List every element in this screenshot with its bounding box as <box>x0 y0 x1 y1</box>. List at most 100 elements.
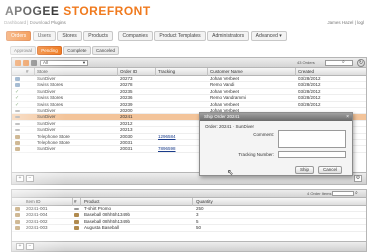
close-icon[interactable]: × <box>346 113 349 121</box>
delete-item-button[interactable]: − <box>26 243 34 250</box>
search-icon[interactable]: ⌕ <box>342 59 345 65</box>
cell-order-id: 20212 <box>120 120 133 126</box>
ship-button[interactable]: Ship <box>295 166 315 174</box>
print-icon[interactable] <box>23 60 29 66</box>
tab-stores[interactable]: Stores <box>57 31 82 41</box>
dash-icon <box>15 129 20 132</box>
orders-search-input[interactable] <box>325 60 353 66</box>
cell-quantity: 250 <box>196 206 204 211</box>
cell-order-id: 20213 <box>120 127 133 133</box>
cell-store: SunDiver <box>37 120 56 126</box>
col-header-order-id[interactable]: Order ID <box>120 69 137 74</box>
orders-toolbar: All ▼ 43 Orders ⌕ ↻ <box>12 58 366 68</box>
cell-store: SunDiver <box>37 127 56 133</box>
cell-created: 03/28/2012 <box>298 82 321 88</box>
refresh-icon[interactable]: ↻ <box>357 59 365 67</box>
cell-store: Swiss Stores <box>37 95 64 101</box>
cancel-button[interactable]: Cancel <box>318 166 343 174</box>
comments-field[interactable] <box>278 130 346 148</box>
tab-canceled[interactable]: Canceled <box>92 46 120 55</box>
cell-order-id: 20030 <box>120 133 133 139</box>
col-header-customer[interactable]: Customer Name <box>210 69 243 74</box>
check-icon: ✓ <box>15 88 20 95</box>
cell-customer: Johan Verbeet <box>210 88 240 94</box>
cell-order-id: 20278 <box>120 82 133 88</box>
cell-tracking[interactable]: 7896598 <box>158 146 176 151</box>
cell-product: Augusta Baseball <box>84 225 120 231</box>
cell-store: SunDiver <box>37 114 56 120</box>
item-icon <box>15 219 20 224</box>
cell-created: 03/28/2012 <box>298 101 321 107</box>
settings-icon[interactable]: ⚙ <box>354 175 362 182</box>
dash-icon <box>15 122 20 125</box>
items-table-header: Item ID # Product Quantity <box>12 198 366 206</box>
tab-products[interactable]: Products <box>83 31 114 41</box>
cell-quantity: 50 <box>196 225 202 231</box>
user-info[interactable]: James Hazel | logl <box>327 20 364 25</box>
orders-count: 43 Orders <box>297 60 315 65</box>
col-header-store[interactable]: Store <box>37 69 48 74</box>
cell-order-id: 20031 <box>120 139 133 145</box>
truck-icon <box>15 77 20 81</box>
product-type-icon <box>74 208 79 210</box>
add-item-button[interactable]: + <box>16 243 24 250</box>
item-icon <box>15 207 20 211</box>
breadcrumb[interactable]: Dashboard | Download Plugins <box>4 20 66 25</box>
filter-icon[interactable] <box>31 60 37 66</box>
brand-logo: APOGEE STOREFRONT <box>5 4 151 18</box>
col-header-quantity[interactable]: Quantity <box>196 199 213 204</box>
tab-administrators[interactable]: Administrators <box>207 31 250 41</box>
col-header-tracking[interactable]: Tracking <box>158 69 175 74</box>
orders-filter-select[interactable]: All ▼ <box>40 60 88 66</box>
dialog-order-line: Order: 20241 · SunDiver <box>205 124 255 129</box>
cell-tracking[interactable]: 1296584 <box>158 134 176 139</box>
check-icon: ✓ <box>15 101 20 108</box>
cell-item-id: 20241-002 <box>26 218 48 224</box>
cell-quantity: 5 <box>196 218 199 224</box>
edit-icon[interactable] <box>15 60 21 66</box>
table-row[interactable]: 20241-003 Augusta Baseball 50 <box>12 225 366 232</box>
col-header-product[interactable]: Product <box>84 199 100 204</box>
tracking-label: Tracking Number: <box>238 152 274 157</box>
cell-quantity: 3 <box>196 212 199 218</box>
col-header-item-number[interactable]: # <box>74 199 77 204</box>
cell-customer: Johan Verbeet <box>210 76 240 81</box>
product-type-icon <box>74 219 79 224</box>
tracking-number-field[interactable] <box>278 151 346 158</box>
items-search-input[interactable] <box>332 191 354 196</box>
tab-advanced[interactable]: Advanced ▾ <box>250 31 287 41</box>
tab-users[interactable]: Users <box>32 31 56 41</box>
dash-icon <box>15 109 20 112</box>
tab-complete[interactable]: Complete <box>63 46 91 55</box>
search-icon[interactable]: ⌕ <box>355 190 358 196</box>
tab-product-templates[interactable]: Product Templates <box>154 31 206 41</box>
col-header-item-id[interactable]: Item ID <box>26 199 41 204</box>
cell-order-id: 20236 <box>120 95 133 101</box>
cell-order-id: 20200 <box>120 107 133 113</box>
cell-created: 03/28/2012 <box>298 76 321 81</box>
cell-customer: Johan Verbeet <box>210 101 240 107</box>
items-toolbar: 4 Order Items ⌕ <box>12 190 366 198</box>
tab-companies[interactable]: Companies <box>117 31 153 41</box>
tab-orders[interactable]: Orders <box>6 31 32 41</box>
cell-store: Swiss Stores <box>37 101 64 107</box>
main-nav: Orders Users Stores Products Companies P… <box>6 31 287 42</box>
box-icon <box>15 147 20 152</box>
cell-store: Telephone Store <box>37 133 70 139</box>
col-header-created[interactable]: Created <box>298 69 314 74</box>
check-icon: ✓ <box>15 95 20 102</box>
col-header-number[interactable]: # <box>26 69 29 74</box>
orders-filter-value: All <box>43 60 49 65</box>
cell-store: SunDiver <box>37 107 56 113</box>
product-type-icon <box>74 226 79 231</box>
tab-approval[interactable]: Approval <box>10 46 36 55</box>
cell-created: 03/28/2012 <box>298 88 321 94</box>
tab-pending[interactable]: Pending <box>37 46 62 55</box>
cell-order-id: 20239 <box>120 101 133 107</box>
delete-order-button[interactable]: − <box>26 175 34 182</box>
cell-store: SunDiver <box>37 146 56 152</box>
orders-table-header: # Store Order ID Tracking Customer Name … <box>12 68 366 76</box>
item-icon <box>15 213 20 218</box>
cell-item-id: 20241-001 <box>26 206 48 211</box>
add-order-button[interactable]: + <box>16 175 24 182</box>
